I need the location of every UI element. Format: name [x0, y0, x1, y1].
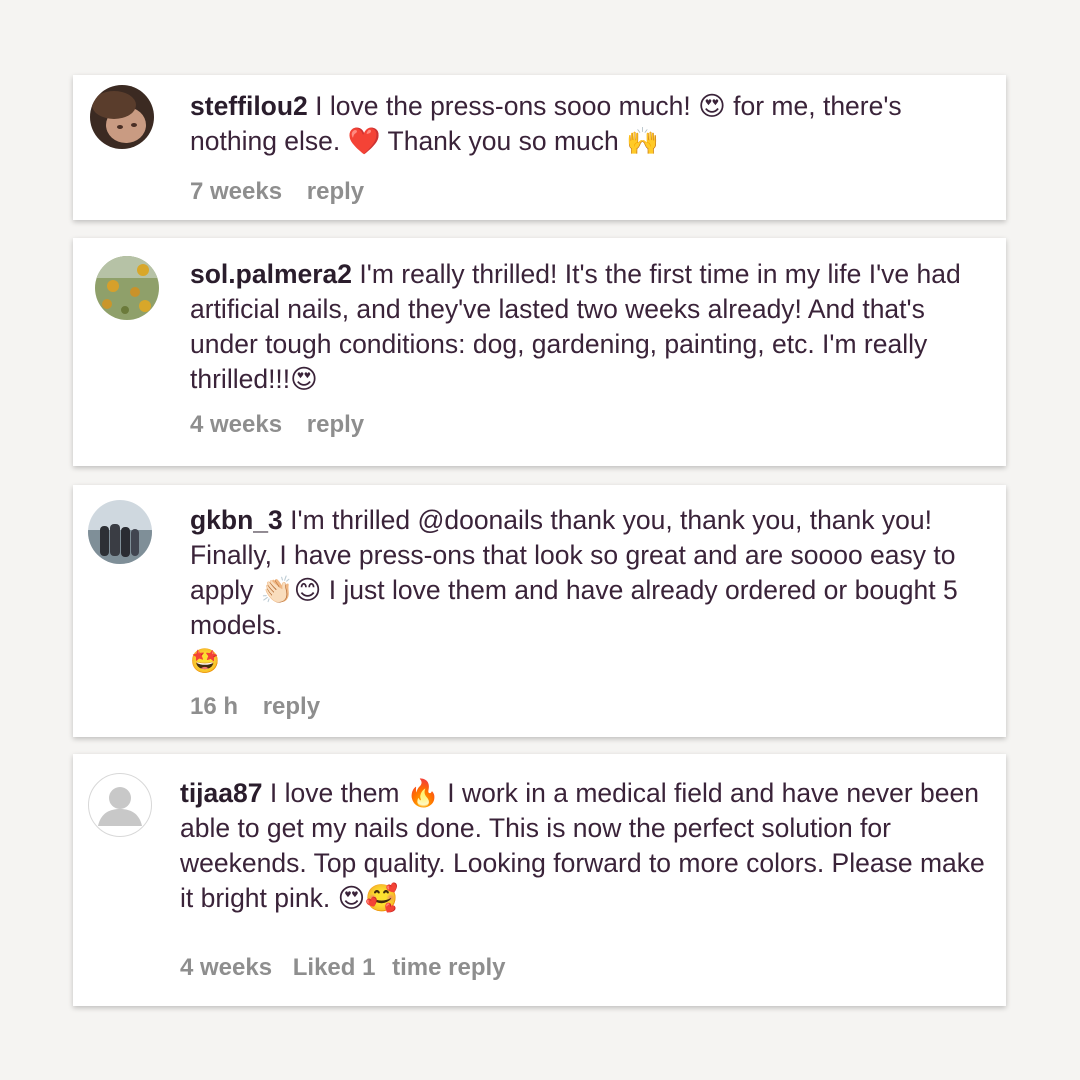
- timestamp: 7 weeks: [190, 178, 283, 205]
- comment-meta: 16 h reply: [190, 692, 986, 722]
- profile-photo-icon: [88, 500, 152, 564]
- timestamp: 4 weeks: [190, 411, 283, 438]
- comment-card: steffilou2 I love the press-ons sooo muc…: [73, 75, 1006, 220]
- timestamp: 16 h: [190, 693, 239, 720]
- comment-text-block: gkbn_3 I'm thrilled @doonails thank you,…: [190, 503, 986, 678]
- comment-body: gkbn_3 I'm thrilled @doonails thank you,…: [190, 503, 986, 722]
- reply-button[interactable]: time reply: [392, 954, 505, 981]
- comment-text: I'm thrilled @doonails thank you, thank …: [190, 505, 958, 640]
- comment-body: tijaa87 I love them 🔥 I work in a medica…: [180, 776, 986, 983]
- likes-count[interactable]: Liked 1: [293, 954, 376, 981]
- username[interactable]: gkbn_3: [190, 505, 283, 535]
- avatar[interactable]: [88, 773, 152, 837]
- comment-card: gkbn_3 I'm thrilled @doonails thank you,…: [73, 485, 1006, 737]
- avatar[interactable]: [95, 256, 159, 320]
- avatar[interactable]: [88, 500, 152, 564]
- comment-text: I love them 🔥 I work in a medical field …: [180, 778, 985, 913]
- comment-card: tijaa87 I love them 🔥 I work in a medica…: [73, 754, 1006, 1006]
- comment-card: sol.palmera2 I'm really thrilled! It's t…: [73, 238, 1006, 466]
- username[interactable]: tijaa87: [180, 778, 263, 808]
- comment-body: steffilou2 I love the press-ons sooo muc…: [190, 89, 986, 207]
- avatar[interactable]: [90, 85, 154, 149]
- profile-photo-icon: [95, 256, 159, 320]
- default-avatar-icon: [90, 775, 150, 835]
- comment-text-block: steffilou2 I love the press-ons sooo muc…: [190, 89, 986, 159]
- comment-body: sol.palmera2 I'm really thrilled! It's t…: [190, 257, 986, 440]
- comment-meta: 4 weeks Liked 1 time reply: [180, 953, 986, 983]
- reply-button[interactable]: reply: [263, 693, 320, 720]
- reply-button[interactable]: reply: [307, 178, 364, 205]
- username[interactable]: steffilou2: [190, 91, 308, 121]
- comment-text-block: sol.palmera2 I'm really thrilled! It's t…: [190, 257, 986, 397]
- timestamp: 4 weeks: [180, 954, 273, 981]
- comment-text-block: tijaa87 I love them 🔥 I work in a medica…: [180, 776, 986, 916]
- comment-meta: 4 weeks reply: [190, 410, 986, 440]
- username[interactable]: sol.palmera2: [190, 259, 352, 289]
- reply-button[interactable]: reply: [307, 411, 364, 438]
- comment-emoji: 🤩: [190, 648, 220, 675]
- profile-photo-icon: [90, 85, 154, 149]
- comment-meta: 7 weeks reply: [190, 177, 986, 207]
